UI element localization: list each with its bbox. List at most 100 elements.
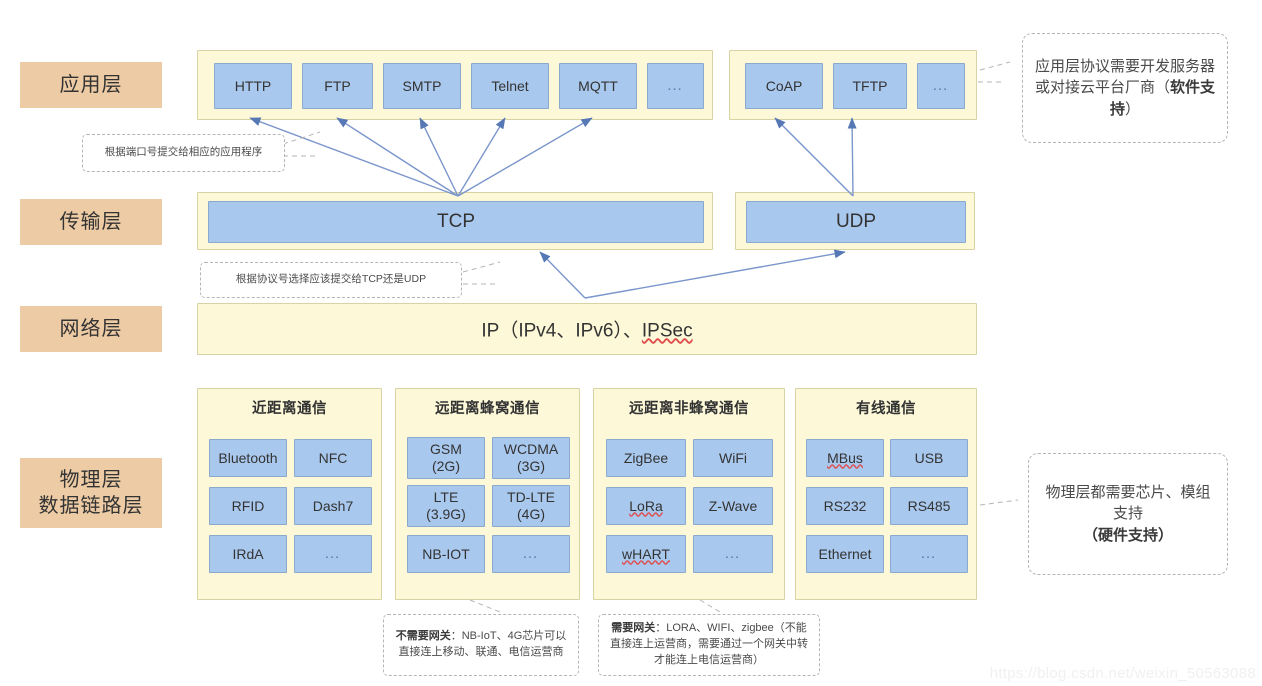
physical-chip-rs232[interactable]: RS232 xyxy=(806,487,884,525)
physical-chip-wcdma-label: WCDMA (3G) xyxy=(503,441,559,474)
physical-chip-gsm[interactable]: GSM (2G) xyxy=(407,437,485,479)
protocol-chip-udp[interactable]: UDP xyxy=(746,201,966,243)
callout-physical-plain: 物理层都需要芯片、模组支持 xyxy=(1045,484,1211,523)
protocol-chip-more-tcp-label: … xyxy=(666,76,685,94)
layer-label-network: 网络层 xyxy=(20,306,162,352)
network-layer-ipsec-text: IPSec xyxy=(641,320,693,342)
application-group-tcp: HTTP FTP SMTP Telnet MQTT … xyxy=(197,50,713,120)
physical-chip-rs232-label: RS232 xyxy=(823,497,867,514)
protocol-chip-ftp[interactable]: FTP xyxy=(302,63,373,109)
layer-label-application: 应用层 xyxy=(20,62,162,108)
physical-chip-ethernet[interactable]: Ethernet xyxy=(806,535,884,573)
watermark: https://blog.csdn.net/weixin_50563088 xyxy=(989,665,1256,682)
protocol-chip-coap-label: CoAP xyxy=(765,77,803,94)
physical-chip-wifi-label: WiFi xyxy=(719,449,747,466)
physical-group-cellular-title: 远距离蜂窝通信 xyxy=(435,401,540,417)
physical-chip-whart[interactable]: wHART xyxy=(606,535,686,573)
physical-chip-nfc[interactable]: NFC xyxy=(294,439,372,477)
physical-group-noncellular-title: 远距离非蜂窝通信 xyxy=(629,401,749,417)
physical-chip-zigbee-label: ZigBee xyxy=(623,449,669,466)
protocol-chip-tcp[interactable]: TCP xyxy=(208,201,704,243)
physical-chip-wcdma[interactable]: WCDMA (3G) xyxy=(492,437,570,479)
physical-chip-dash7-label: Dash7 xyxy=(312,497,354,514)
physical-group-wired: 有线通信 MBus USB RS232 RS485 Ethernet … xyxy=(795,388,977,600)
physical-chip-zigbee[interactable]: ZigBee xyxy=(606,439,686,477)
protocol-chip-tftp-label: TFTP xyxy=(852,77,888,94)
callout-port-note: 根据端口号提交给相应的应用程序 xyxy=(82,134,285,172)
physical-chip-rs485[interactable]: RS485 xyxy=(890,487,968,525)
callout-physical-layer: 物理层都需要芯片、模组支持 （硬件支持） xyxy=(1028,453,1228,575)
physical-chip-bluetooth-label: Bluetooth xyxy=(218,449,278,466)
physical-chip-irda-label: IRdA xyxy=(232,545,264,562)
protocol-chip-tcp-label: TCP xyxy=(437,210,475,232)
physical-chip-more-wired[interactable]: … xyxy=(890,535,968,573)
physical-group-short-range: 近距离通信 Bluetooth NFC RFID Dash7 IRdA … xyxy=(197,388,382,600)
callout-need-gateway: 需要网关：LORA、WIFI、zigbee（不能直接连上运营商，需要通过一个网关… xyxy=(598,614,820,676)
transport-group-udp: UDP xyxy=(735,192,975,250)
diagram-canvas: 应用层 传输层 网络层 物理层 数据链路层 HTTP FTP SMTP Teln… xyxy=(0,0,1262,686)
layer-label-physical: 物理层 数据链路层 xyxy=(20,458,162,528)
application-group-udp: CoAP TFTP … xyxy=(729,50,977,120)
physical-chip-more-short-range-label: … xyxy=(324,544,342,562)
physical-group-wired-title: 有线通信 xyxy=(856,401,916,417)
physical-chip-rfid[interactable]: RFID xyxy=(209,487,287,525)
physical-chip-wifi[interactable]: WiFi xyxy=(693,439,773,477)
protocol-chip-tftp[interactable]: TFTP xyxy=(833,63,907,109)
physical-chip-dash7[interactable]: Dash7 xyxy=(294,487,372,525)
layer-label-network-text: 网络层 xyxy=(59,317,123,340)
callout-no-gateway: 不需要网关：NB-IoT、4G芯片可以直接连上移动、联通、电信运营商 xyxy=(383,614,579,676)
physical-chip-rs485-label: RS485 xyxy=(907,497,951,514)
physical-chip-mbus-label: MBus xyxy=(827,449,863,466)
physical-chip-usb[interactable]: USB xyxy=(890,439,968,477)
physical-chip-more-cellular-label: … xyxy=(522,544,540,562)
physical-chip-whart-label: wHART xyxy=(622,545,670,562)
physical-chip-irda[interactable]: IRdA xyxy=(209,535,287,573)
protocol-chip-ftp-label: FTP xyxy=(324,77,351,94)
network-group-ip: IP（IPv4、IPv6）、IPSec xyxy=(197,303,977,355)
layer-label-physical-text: 物理层 数据链路层 xyxy=(38,468,144,517)
protocol-chip-more-tcp[interactable]: … xyxy=(647,63,704,109)
physical-chip-more-noncellular[interactable]: … xyxy=(693,535,773,573)
physical-chip-more-noncellular-label: … xyxy=(724,544,742,562)
protocol-chip-mqtt[interactable]: MQTT xyxy=(559,63,637,109)
transport-group-tcp: TCP xyxy=(197,192,713,250)
callout-application-tail: ） xyxy=(1125,100,1141,118)
protocol-chip-mqtt-label: MQTT xyxy=(578,77,618,94)
physical-group-short-range-title: 近距离通信 xyxy=(252,401,327,417)
physical-chip-lte[interactable]: LTE (3.9G) xyxy=(407,485,485,527)
callout-protocol-note-text: 根据协议号选择应该提交给TCP还是UDP xyxy=(235,273,427,286)
protocol-chip-more-udp[interactable]: … xyxy=(917,63,965,109)
physical-chip-gsm-label: GSM (2G) xyxy=(430,441,462,474)
physical-chip-more-wired-label: … xyxy=(920,544,938,562)
physical-chip-tdlte[interactable]: TD-LTE (4G) xyxy=(492,485,570,527)
protocol-chip-udp-label: UDP xyxy=(835,210,877,232)
physical-chip-nbiot[interactable]: NB-IOT xyxy=(407,535,485,573)
layer-label-transport-text: 传输层 xyxy=(59,210,123,233)
physical-chip-tdlte-label: TD-LTE (4G) xyxy=(507,489,555,522)
physical-chip-nbiot-label: NB-IOT xyxy=(422,545,470,562)
protocol-chip-smtp[interactable]: SMTP xyxy=(383,63,461,109)
protocol-chip-more-udp-label: … xyxy=(932,76,950,94)
callout-application-layer: 应用层协议需要开发服务器或对接云平台厂商（软件支持） xyxy=(1022,33,1228,143)
physical-chip-ethernet-label: Ethernet xyxy=(818,545,872,562)
physical-chip-lte-label: LTE (3.9G) xyxy=(426,489,466,522)
physical-group-cellular: 远距离蜂窝通信 GSM (2G) WCDMA (3G) LTE (3.9G) T… xyxy=(395,388,580,600)
protocol-chip-telnet-label: Telnet xyxy=(491,77,529,94)
protocol-chip-http[interactable]: HTTP xyxy=(214,63,292,109)
protocol-chip-smtp-label: SMTP xyxy=(402,77,442,94)
protocol-chip-telnet[interactable]: Telnet xyxy=(471,63,549,109)
protocol-chip-http-label: HTTP xyxy=(234,77,272,94)
physical-chip-zwave[interactable]: Z-Wave xyxy=(693,487,773,525)
physical-chip-more-short-range[interactable]: … xyxy=(294,535,372,573)
callout-need-gateway-bold: 需要网关 xyxy=(611,622,656,635)
layer-label-transport: 传输层 xyxy=(20,199,162,245)
physical-chip-more-cellular[interactable]: … xyxy=(492,535,570,573)
physical-chip-zwave-label: Z-Wave xyxy=(708,497,758,514)
layer-label-application-text: 应用层 xyxy=(59,73,123,96)
physical-chip-rfid-label: RFID xyxy=(231,497,265,514)
callout-protocol-note: 根据协议号选择应该提交给TCP还是UDP xyxy=(200,262,462,298)
protocol-chip-coap[interactable]: CoAP xyxy=(745,63,823,109)
physical-chip-lora[interactable]: LoRa xyxy=(606,487,686,525)
physical-chip-bluetooth[interactable]: Bluetooth xyxy=(209,439,287,477)
physical-chip-mbus[interactable]: MBus xyxy=(806,439,884,477)
